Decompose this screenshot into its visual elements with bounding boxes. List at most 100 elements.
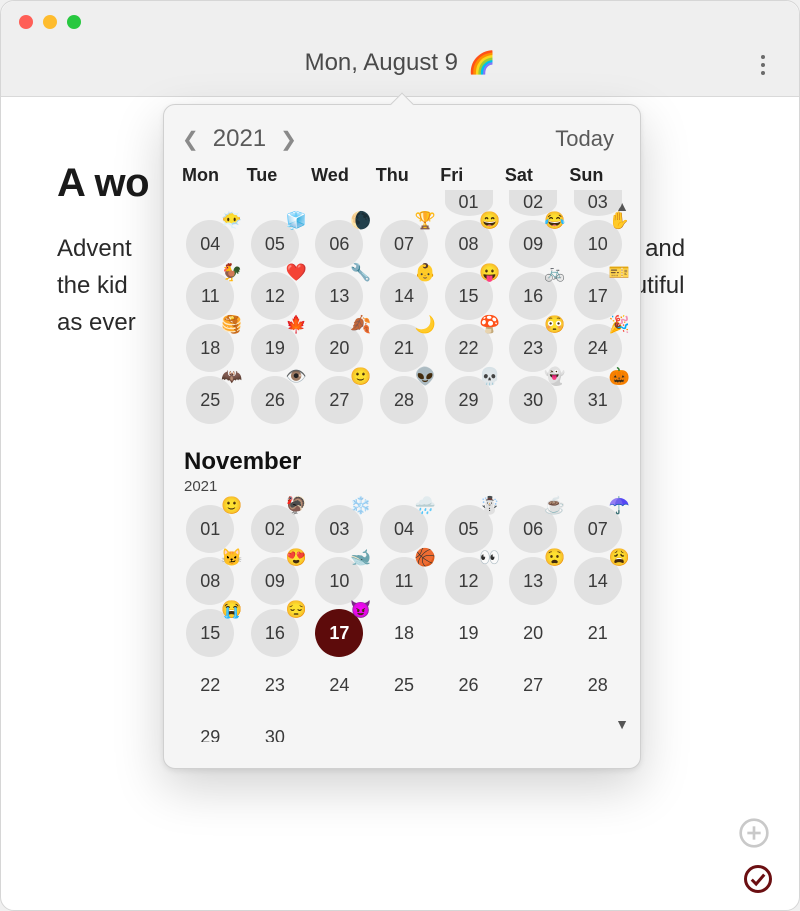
calendar-scroll[interactable]: ▲ 010203 04😶‍🌫️05🧊06🌘07🏆08😄09😂10✋11🐓12❤️…	[164, 190, 640, 742]
day-number: 31	[588, 390, 608, 411]
day-cell[interactable]: 15😛	[445, 272, 493, 320]
day-cell[interactable]: 05☃️	[445, 505, 493, 553]
day-cell[interactable]: 31🎃	[574, 376, 622, 424]
day-cell[interactable]: 17🎫	[574, 272, 622, 320]
day-cell[interactable]: 12❤️	[251, 272, 299, 320]
day-number: 15	[200, 623, 220, 644]
day-cell[interactable]: 13🔧	[315, 272, 363, 320]
prev-year-button[interactable]: ❮	[182, 127, 199, 152]
day-number: 14	[588, 571, 608, 592]
day-cell[interactable]: 30👻	[509, 376, 557, 424]
day-cell[interactable]: 02🦃	[251, 505, 299, 553]
day-cell[interactable]: 21🌙	[380, 324, 428, 372]
day-cell[interactable]: 04🌧️	[380, 505, 428, 553]
confirm-button[interactable]	[743, 864, 773, 894]
day-cell[interactable]: 10🐋	[315, 557, 363, 605]
day-number: 01	[200, 519, 220, 540]
day-number: 15	[459, 286, 479, 307]
day-cell[interactable]: 19	[445, 609, 493, 657]
day-cell[interactable]: 12👀	[445, 557, 493, 605]
day-cell[interactable]: 16🚲	[509, 272, 557, 320]
day-cell[interactable]: 13😧	[509, 557, 557, 605]
day-cell[interactable]: 07☂️	[574, 505, 622, 553]
day-number: 29	[459, 390, 479, 411]
add-entry-button[interactable]	[737, 816, 771, 850]
day-cell[interactable]: 05🧊	[251, 220, 299, 268]
day-cell[interactable]: 23	[251, 661, 299, 709]
day-cell[interactable]: 27🙂	[315, 376, 363, 424]
day-cell[interactable]: 09😂	[509, 220, 557, 268]
day-number: 30	[523, 390, 543, 411]
day-number: 05	[459, 519, 479, 540]
day-cell[interactable]: 24	[315, 661, 363, 709]
day-cell[interactable]: 15😭	[186, 609, 234, 657]
day-cell[interactable]: 29💀	[445, 376, 493, 424]
day-cell[interactable]: 11🐓	[186, 272, 234, 320]
day-cell[interactable]: 30	[251, 713, 299, 742]
day-cell[interactable]: 23😳	[509, 324, 557, 372]
day-cell[interactable]: 04😶‍🌫️	[186, 220, 234, 268]
day-cell[interactable]: 06☕	[509, 505, 557, 553]
day-cell[interactable]: 01	[445, 190, 493, 216]
day-cell[interactable]: 03❄️	[315, 505, 363, 553]
day-cell[interactable]: 16😔	[251, 609, 299, 657]
day-cell[interactable]: 18🥞	[186, 324, 234, 372]
next-year-button[interactable]: ❯	[280, 127, 297, 152]
close-window-button[interactable]	[19, 15, 33, 29]
day-number: 04	[394, 519, 414, 540]
day-number: 28	[394, 390, 414, 411]
day-cell[interactable]: 17😈	[315, 609, 363, 657]
day-cell[interactable]: 22	[186, 661, 234, 709]
day-number: 29	[200, 727, 220, 743]
calendar-row: 01🙂 02🦃 03❄️ 04🌧️ 05☃️ 06☕ 07☂️	[178, 503, 630, 555]
calendar-row: 25🦇 26👁️ 27🙂 28👽 29💀 30👻 31🎃	[178, 374, 630, 426]
day-cell[interactable]: 24🎉	[574, 324, 622, 372]
day-cell[interactable]: 18	[380, 609, 428, 657]
day-cell[interactable]: 20🍂	[315, 324, 363, 372]
day-cell[interactable]: 21	[574, 609, 622, 657]
day-cell[interactable]: 27	[509, 661, 557, 709]
day-number: 14	[394, 286, 414, 307]
more-menu-button[interactable]	[751, 53, 775, 77]
day-cell[interactable]: 08😄	[445, 220, 493, 268]
day-number: 26	[459, 675, 479, 696]
day-cell[interactable]: 02	[509, 190, 557, 216]
day-number: 23	[523, 338, 543, 359]
day-cell[interactable]: 08😼	[186, 557, 234, 605]
title-date-button[interactable]: Mon, August 9 🌈	[1, 49, 799, 77]
window-controls	[19, 15, 81, 29]
zoom-window-button[interactable]	[67, 15, 81, 29]
calendar-popover: ❮ 2021 ❯ Today Mon Tue Wed Thu Fri Sat S…	[163, 104, 641, 769]
day-cell[interactable]: 29	[186, 713, 234, 742]
day-cell[interactable]: 03	[574, 190, 622, 216]
day-cell[interactable]: 01🙂	[186, 505, 234, 553]
today-button[interactable]: Today	[555, 126, 614, 152]
day-cell[interactable]: 26👁️	[251, 376, 299, 424]
day-number: 08	[200, 571, 220, 592]
app-window: Mon, August 9 🌈 A wo Advent a and the ki…	[0, 0, 800, 911]
day-number: 12	[459, 571, 479, 592]
day-cell[interactable]: 06🌘	[315, 220, 363, 268]
day-cell[interactable]: 22🍄	[445, 324, 493, 372]
day-number: 11	[395, 571, 414, 592]
day-cell[interactable]: 25🦇	[186, 376, 234, 424]
day-cell[interactable]: 14😩	[574, 557, 622, 605]
day-number: 20	[523, 623, 543, 644]
day-cell[interactable]: 28👽	[380, 376, 428, 424]
day-cell[interactable]: 14👶	[380, 272, 428, 320]
year-label[interactable]: 2021	[213, 125, 266, 153]
minimize-window-button[interactable]	[43, 15, 57, 29]
day-cell[interactable]: 28	[574, 661, 622, 709]
scroll-down-button[interactable]: ▼	[610, 712, 634, 736]
day-cell[interactable]: 19🍁	[251, 324, 299, 372]
day-cell[interactable]: 20	[509, 609, 557, 657]
day-cell[interactable]: 25	[380, 661, 428, 709]
day-number: 07	[394, 234, 414, 255]
day-number: 10	[588, 234, 608, 255]
day-cell[interactable]: 07🏆	[380, 220, 428, 268]
day-cell[interactable]: 10✋	[574, 220, 622, 268]
day-cell[interactable]: 11🏀	[380, 557, 428, 605]
day-cell[interactable]: 09😍	[251, 557, 299, 605]
october-grid: 04😶‍🌫️ 05🧊 06🌘 07🏆 08😄 09😂 10✋ 11🐓 12❤️ 13🔧 14👶 15😛…	[178, 218, 630, 426]
day-cell[interactable]: 26	[445, 661, 493, 709]
